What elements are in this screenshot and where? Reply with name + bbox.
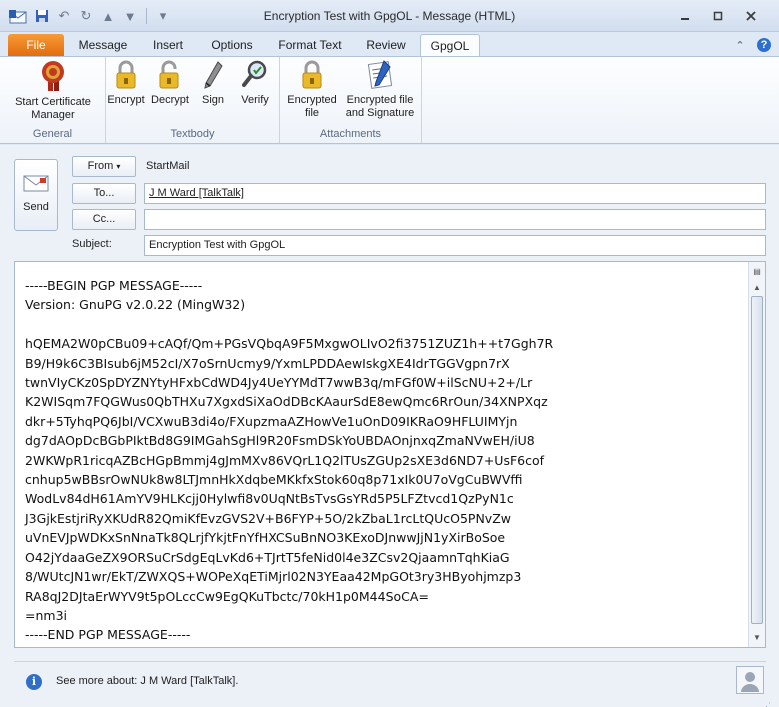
- certificate-seal-icon: [42, 61, 64, 91]
- padlock-file-icon: [302, 60, 322, 89]
- ruler-toggle-icon[interactable]: ▤: [749, 264, 765, 280]
- scroll-down-icon[interactable]: ▼: [749, 630, 765, 646]
- send-button[interactable]: Send: [14, 159, 58, 231]
- close-button[interactable]: [736, 6, 766, 26]
- start-certificate-manager-button[interactable]: Start Certificate Manager: [8, 59, 98, 122]
- to-recipient[interactable]: J M Ward [TalkTalk]: [149, 187, 244, 199]
- encrypted-file-and-signature-label-2: and Signature: [345, 107, 415, 119]
- decrypt-label: Decrypt: [151, 94, 189, 106]
- tab-gpgol[interactable]: GpgOL: [420, 34, 480, 56]
- group-general-label: General: [32, 128, 73, 140]
- scroll-up-icon[interactable]: ▲: [749, 280, 765, 296]
- to-button[interactable]: To...: [72, 183, 136, 204]
- avatar[interactable]: [736, 666, 764, 694]
- minimize-button[interactable]: [670, 6, 700, 26]
- pen-icon: [204, 61, 223, 89]
- group-textbody-label: Textbody: [170, 128, 215, 140]
- start-certificate-manager-label-1: Start Certificate: [15, 96, 91, 108]
- padlock-open-icon: [159, 60, 179, 89]
- magnifier-icon: [242, 60, 267, 87]
- subject-label: Subject:: [72, 238, 112, 250]
- window-title: Encryption Test with GpgOL - Message (HT…: [263, 9, 516, 23]
- chevron-down-icon: ▾: [116, 162, 121, 171]
- group-attachments-label: Attachments: [319, 128, 382, 140]
- start-certificate-manager-label-2: Manager: [31, 109, 75, 121]
- scrollbar-thumb[interactable]: [751, 296, 763, 624]
- encrypted-file-label-1: Encrypted: [287, 94, 337, 106]
- message-body[interactable]: -----BEGIN PGP MESSAGE----- Version: Gnu…: [14, 261, 766, 648]
- encrypt-label: Encrypt: [107, 94, 145, 106]
- minimize-ribbon-icon[interactable]: ⌃: [733, 38, 747, 52]
- maximize-button[interactable]: [703, 6, 733, 26]
- envelope-icon: [23, 175, 49, 192]
- message-body-text[interactable]: -----BEGIN PGP MESSAGE----- Version: Gnu…: [25, 276, 553, 645]
- encrypted-file-and-signature-label-1: Encrypted file: [346, 94, 414, 106]
- tab-review[interactable]: Review: [358, 34, 414, 56]
- tab-insert[interactable]: Insert: [142, 34, 194, 56]
- verify-label: Verify: [241, 94, 269, 106]
- signed-document-icon: [367, 60, 393, 89]
- info-icon: i: [26, 674, 42, 690]
- ribbon-right-controls: ⌃ ?: [733, 38, 771, 52]
- padlock-closed-icon: [116, 60, 136, 89]
- title-bar: ↶ ↻ ▲ ▼ ▾ Encryption Test with GpgOL - M…: [0, 0, 779, 32]
- decrypt-button[interactable]: Decrypt: [148, 59, 192, 107]
- resize-grip-icon[interactable]: ⋰: [762, 701, 771, 707]
- group-general: Start Certificate Manager General: [0, 57, 106, 143]
- from-button[interactable]: From ▾: [72, 156, 136, 177]
- encrypted-file-button[interactable]: Encrypted file: [284, 59, 340, 120]
- group-textbody: Encrypt Decrypt Sign Verify Textbody: [106, 57, 280, 143]
- ribbon-tabs: File Message Insert Options Format Text …: [0, 32, 779, 56]
- send-label: Send: [23, 201, 49, 213]
- sign-label: Sign: [201, 94, 225, 106]
- verify-button[interactable]: Verify: [234, 59, 276, 107]
- compose-area: Send From ▾ StartMail To... J M Ward [Ta…: [0, 145, 779, 707]
- cc-field[interactable]: [144, 209, 766, 230]
- encrypt-button[interactable]: Encrypt: [106, 59, 146, 107]
- subject-field[interactable]: Encryption Test with GpgOL: [144, 235, 766, 256]
- tab-file[interactable]: File: [8, 34, 64, 56]
- to-field[interactable]: J M Ward [TalkTalk]: [144, 183, 766, 204]
- tab-options[interactable]: Options: [202, 34, 262, 56]
- tab-message[interactable]: Message: [72, 34, 134, 56]
- person-icon: [741, 672, 759, 692]
- help-icon[interactable]: ?: [757, 38, 771, 52]
- sign-button[interactable]: Sign: [196, 59, 230, 107]
- encrypted-file-and-signature-button[interactable]: Encrypted file and Signature: [342, 59, 418, 120]
- vertical-scrollbar[interactable]: ▤ ▲ ▼: [748, 262, 765, 647]
- see-more-text[interactable]: See more about: J M Ward [TalkTalk].: [56, 675, 238, 687]
- group-attachments: Encrypted file Encrypted file and Signat…: [280, 57, 422, 143]
- encrypted-file-label-2: file: [304, 107, 320, 119]
- cc-button[interactable]: Cc...: [72, 209, 136, 230]
- tab-format-text[interactable]: Format Text: [270, 34, 350, 56]
- people-pane-bar: i See more about: J M Ward [TalkTalk].: [14, 661, 766, 699]
- from-label: From: [87, 160, 114, 172]
- from-value: StartMail: [146, 160, 190, 172]
- ribbon: Start Certificate Manager General Encryp…: [0, 56, 779, 144]
